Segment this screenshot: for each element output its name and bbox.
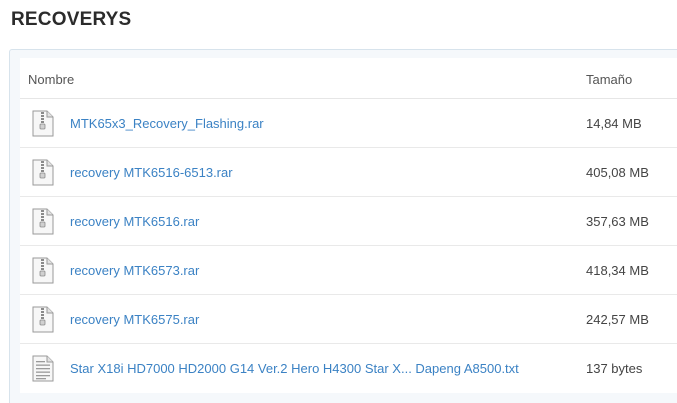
file-browser-page: RECOVERYS Nombre Tamaño MTK65x3_Recovery… [0,0,677,403]
file-list-panel: Nombre Tamaño MTK65x3_Recovery_Flashing.… [9,49,677,403]
file-link[interactable]: recovery MTK6573.rar [70,263,199,278]
file-row[interactable]: MTK65x3_Recovery_Flashing.rar 14,84 MB [20,99,677,148]
file-link[interactable]: recovery MTK6516-6513.rar [70,165,233,180]
file-size: 357,63 MB [586,214,649,229]
file-size: 418,34 MB [586,263,649,278]
file-table: Nombre Tamaño MTK65x3_Recovery_Flashing.… [20,58,677,393]
file-row[interactable]: recovery MTK6573.rar 418,34 MB [20,246,677,295]
zip-file-icon [32,257,54,284]
file-link[interactable]: MTK65x3_Recovery_Flashing.rar [70,116,264,131]
file-row[interactable]: Star X18i HD7000 HD2000 G14 Ver.2 Hero H… [20,344,677,393]
zip-file-icon [32,208,54,235]
file-row[interactable]: recovery MTK6516.rar 357,63 MB [20,197,677,246]
file-row[interactable]: recovery MTK6575.rar 242,57 MB [20,295,677,344]
column-header-size[interactable]: Tamaño [586,72,632,87]
zip-file-icon [32,110,54,137]
file-size: 405,08 MB [586,165,649,180]
folder-title: RECOVERYS [11,9,132,30]
column-header-name[interactable]: Nombre [28,72,74,87]
file-link[interactable]: Star X18i HD7000 HD2000 G14 Ver.2 Hero H… [70,361,519,376]
text-file-icon [32,355,54,382]
file-size: 14,84 MB [586,116,642,131]
file-link[interactable]: recovery MTK6575.rar [70,312,199,327]
zip-file-icon [32,306,54,333]
table-header: Nombre Tamaño [20,58,677,99]
zip-file-icon [32,159,54,186]
file-link[interactable]: recovery MTK6516.rar [70,214,199,229]
file-row[interactable]: recovery MTK6516-6513.rar 405,08 MB [20,148,677,197]
file-size: 137 bytes [586,361,643,376]
file-size: 242,57 MB [586,312,649,327]
